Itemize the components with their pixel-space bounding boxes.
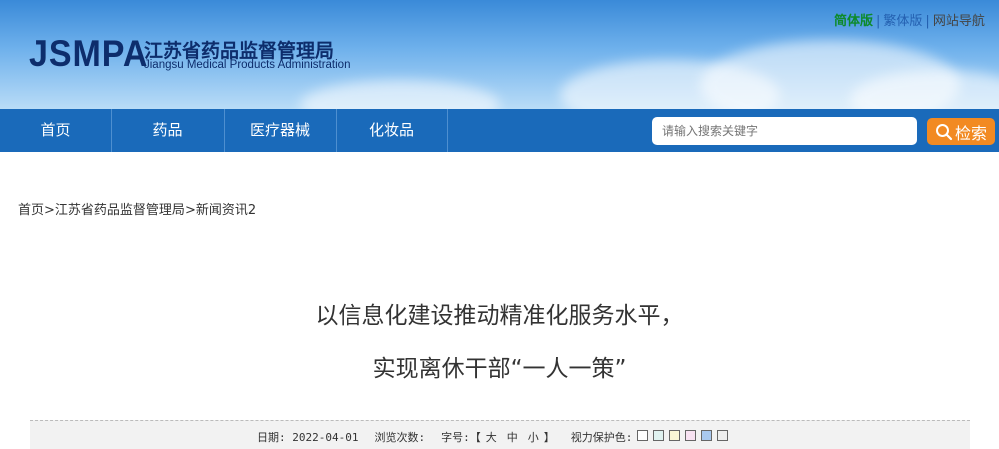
font-size-medium[interactable]: 中 [507, 429, 518, 445]
nav-item-home[interactable]: 首页 [0, 109, 112, 152]
traditional-link[interactable]: 繁体版 [883, 14, 922, 29]
nav-item-cosmetics[interactable]: 化妆品 [336, 109, 448, 152]
article-title-line1: 以信息化建设推动精准化服务水平， [315, 303, 684, 329]
search-icon [935, 123, 953, 140]
bracket-open: 【 [469, 431, 481, 444]
breadcrumb: 首页>江苏省药品监督管理局>新闻资讯2 [18, 199, 256, 218]
simplified-link[interactable]: 简体版 [834, 14, 873, 29]
article-title-line2: 实现离休干部“一人一策” [372, 356, 627, 382]
article-title: 以信息化建设推动精准化服务水平， 实现离休干部“一人一策” [0, 290, 999, 396]
breadcrumb-separator: > [184, 203, 196, 218]
article-meta: 日期: 2022-04-01 浏览次数: 字号: 【 大 中 小 】 视力保护色… [257, 429, 729, 445]
site-logo[interactable]: JSMPA [29, 33, 148, 75]
article-meta-bar: 日期: 2022-04-01 浏览次数: 字号: 【 大 中 小 】 视力保护色… [30, 420, 970, 449]
bracket-close: 】 [543, 431, 555, 444]
link-separator: | [876, 14, 881, 29]
breadcrumb-item-news[interactable]: 新闻资讯2 [196, 203, 256, 218]
breadcrumb-item-agency[interactable]: 江苏省药品监督管理局 [55, 203, 185, 218]
link-separator: | [925, 14, 930, 29]
site-header: JSMPA 江苏省药品监督管理局 Jiangsu Medical Product… [0, 0, 999, 109]
color-swatch-2[interactable] [653, 430, 665, 441]
top-links: 简体版 | 繁体版 | 网站导航 [834, 10, 985, 29]
views-label: 浏览次数: [374, 431, 426, 444]
color-swatch-1[interactable] [637, 430, 649, 441]
search-input[interactable] [652, 117, 917, 145]
breadcrumb-separator: > [44, 203, 55, 218]
color-swatch-5[interactable] [701, 430, 713, 441]
color-swatch-6[interactable] [717, 430, 729, 441]
color-swatches [632, 430, 729, 444]
sitemap-link[interactable]: 网站导航 [933, 14, 985, 29]
font-size-large[interactable]: 大 [486, 429, 497, 445]
breadcrumb-item-home[interactable]: 首页 [18, 203, 44, 218]
font-size-label: 字号: [441, 431, 470, 444]
date-label: 日期: [257, 431, 286, 444]
cloud-decoration [300, 80, 500, 109]
search-button[interactable]: 检索 [927, 118, 995, 145]
nav-item-drugs[interactable]: 药品 [111, 109, 225, 152]
site-subtitle: Jiangsu Medical Products Administration [144, 59, 351, 71]
nav-item-medical-devices[interactable]: 医疗器械 [224, 109, 337, 152]
font-size-small[interactable]: 小 [528, 429, 539, 445]
color-swatch-4[interactable] [685, 430, 697, 441]
search-button-label: 检索 [954, 123, 987, 143]
eye-protection-label: 视力保护色: [570, 431, 633, 444]
date-value: 2022-04-01 [292, 430, 359, 444]
color-swatch-3[interactable] [669, 430, 681, 441]
